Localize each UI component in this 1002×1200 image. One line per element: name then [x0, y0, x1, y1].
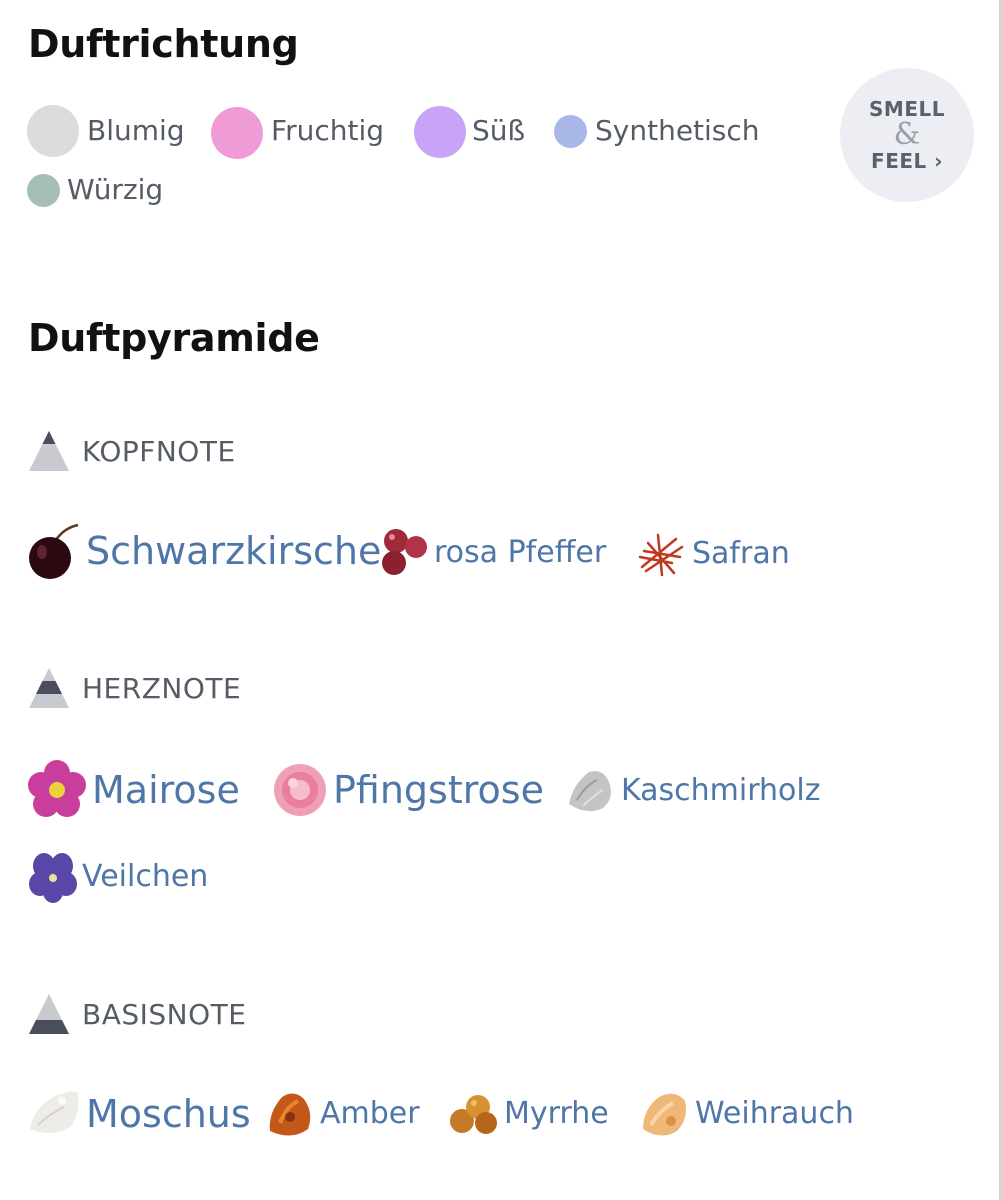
amber-icon [269, 1093, 311, 1136]
category-dot-icon [27, 174, 60, 207]
herznote-label: HERZNOTE [82, 671, 242, 705]
category-dot-icon [27, 105, 79, 157]
note-kaschmirholz[interactable]: Kaschmirholz [563, 764, 820, 818]
violet-icon [29, 853, 77, 903]
note-label: Kaschmirholz [621, 773, 821, 808]
category-label: Synthetisch [595, 114, 760, 147]
note-myrrhe[interactable]: Myrrhe [446, 1087, 609, 1141]
pink-pepper-icon [382, 529, 427, 575]
note-label: Veilchen [82, 859, 209, 894]
note-pfingstrose[interactable]: Pfingstrose [271, 761, 544, 819]
myrrh-icon [450, 1095, 497, 1134]
category-label: Blumig [87, 114, 185, 147]
pyramid-top-icon [29, 431, 69, 471]
basisnote-label: BASISNOTE [82, 997, 247, 1031]
note-rosa-pfeffer[interactable]: rosa Pfeffer [376, 525, 606, 581]
category-dot-icon [414, 106, 466, 158]
note-mairose[interactable]: Mairose [26, 759, 240, 821]
note-amber[interactable]: Amber [264, 1087, 420, 1141]
note-schwarzkirsche[interactable]: Schwarzkirsche [26, 522, 381, 580]
duftrichtung-title: Duftrichtung [28, 22, 299, 66]
ampersand-label: & [893, 117, 921, 152]
cashmere-wood-icon [569, 771, 611, 812]
note-label: Schwarzkirsche [86, 529, 382, 573]
note-label: Mairose [92, 768, 240, 812]
frankincense-icon [643, 1093, 686, 1136]
category-label: Süß [472, 114, 526, 147]
note-label: Safran [692, 536, 790, 571]
note-label: Pfingstrose [333, 768, 544, 812]
duftpyramide-title: Duftpyramide [28, 316, 320, 360]
smell-and-feel-button[interactable]: SMELL & FEEL › [840, 68, 974, 202]
category-label: Würzig [67, 173, 164, 206]
herznote-header: HERZNOTE [28, 667, 241, 709]
pyramid-middle-icon [29, 668, 69, 708]
note-label: Myrrhe [504, 1096, 609, 1131]
may-rose-icon [28, 760, 86, 817]
peony-icon [274, 764, 326, 816]
note-moschus[interactable]: Moschus [26, 1085, 251, 1143]
saffron-icon [638, 533, 684, 577]
kopfnote-label: KOPFNOTE [82, 434, 236, 468]
note-label: Moschus [86, 1092, 251, 1136]
note-safran[interactable]: Safran [634, 527, 790, 581]
category-label: Fruchtig [271, 114, 384, 147]
cherry-icon [29, 523, 79, 579]
musk-icon [30, 1091, 79, 1134]
note-label: Amber [320, 1096, 420, 1131]
note-label: Weihrauch [695, 1096, 854, 1131]
category-dot-icon [211, 107, 263, 159]
category-dot-icon [554, 115, 587, 148]
note-label: rosa Pfeffer [434, 535, 607, 570]
kopfnote-header: KOPFNOTE [28, 430, 236, 472]
note-veilchen[interactable]: Veilchen [26, 850, 208, 904]
basisnote-header: BASISNOTE [28, 993, 246, 1035]
note-weihrauch[interactable]: Weihrauch [637, 1087, 854, 1141]
pyramid-base-icon [29, 994, 69, 1034]
feel-label: FEEL › [871, 149, 943, 173]
